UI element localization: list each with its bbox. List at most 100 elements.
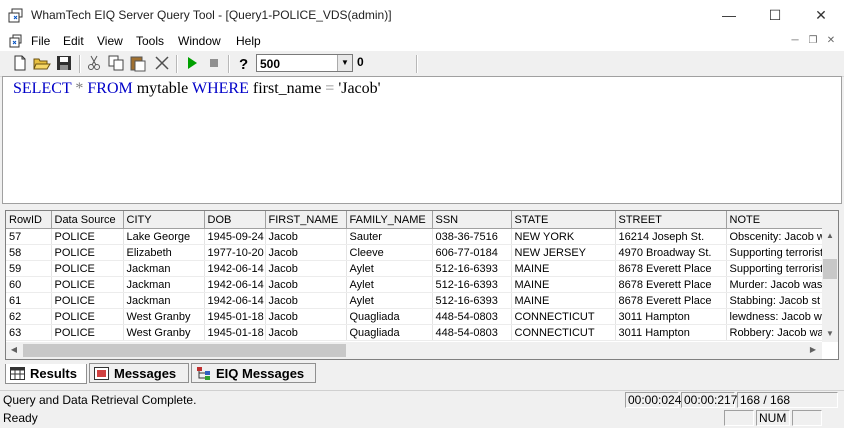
table-cell[interactable]: Aylet [346, 292, 433, 309]
menu-tools[interactable]: Tools [136, 34, 164, 48]
table-cell[interactable]: Elizabeth [123, 244, 205, 261]
column-header[interactable]: STATE [511, 211, 616, 229]
table-cell[interactable]: POLICE [51, 292, 124, 309]
table-cell[interactable]: 63 [6, 324, 52, 341]
table-cell[interactable]: 57 [6, 228, 52, 245]
menu-help[interactable]: Help [236, 34, 261, 48]
table-cell[interactable]: 16214 Joseph St. [615, 228, 727, 245]
table-cell[interactable]: Quagliada [346, 324, 433, 341]
column-header[interactable]: Data Source [51, 211, 124, 229]
table-cell[interactable]: POLICE [51, 260, 124, 277]
cut-icon[interactable] [85, 54, 103, 72]
table-cell[interactable]: West Granby [123, 308, 205, 325]
table-cell[interactable]: 038-36-7516 [432, 228, 512, 245]
column-header[interactable]: RowID [6, 211, 52, 229]
table-row[interactable]: 61 POLICE Jackman 1942-06-14 Jacob Aylet 512-1… [6, 292, 830, 309]
table-cell[interactable]: POLICE [51, 324, 124, 341]
chevron-down-icon[interactable]: ▼ [337, 55, 352, 71]
help-icon[interactable]: ? [234, 54, 252, 72]
table-cell[interactable]: 1942-06-14 [204, 276, 266, 293]
table-cell[interactable]: 8678 Everett Place [615, 292, 727, 309]
table-cell[interactable]: 3011 Hampton [615, 308, 727, 325]
table-cell[interactable]: Aylet [346, 260, 433, 277]
table-cell[interactable]: POLICE [51, 228, 124, 245]
stop-icon[interactable] [205, 54, 223, 72]
scroll-left-icon[interactable]: ◀ [6, 342, 22, 358]
table-cell[interactable]: MAINE [511, 276, 616, 293]
table-cell[interactable]: MAINE [511, 292, 616, 309]
close-button[interactable]: ✕ [798, 0, 844, 31]
table-row[interactable]: 62 POLICE West Granby 1945-01-18 Jacob Quagli… [6, 308, 830, 325]
table-cell[interactable]: 3011 Hampton [615, 324, 727, 341]
vertical-scrollbar[interactable]: ▲ ▼ [822, 211, 838, 342]
column-header[interactable]: DOB [204, 211, 266, 229]
table-row[interactable]: 57 POLICE Lake George 1945-09-24 Jacob Sauter… [6, 228, 830, 245]
table-cell[interactable]: Jacob [265, 260, 347, 277]
table-cell[interactable]: 448-54-0803 [432, 308, 512, 325]
table-cell[interactable]: Quagliada [346, 308, 433, 325]
mdi-minimize-button[interactable]: ─ [788, 34, 802, 48]
table-cell[interactable]: Stabbing: Jacob st [726, 292, 830, 309]
table-cell[interactable]: NEW JERSEY [511, 244, 616, 261]
scroll-up-icon[interactable]: ▲ [822, 228, 838, 244]
paste-icon[interactable] [129, 54, 147, 72]
table-cell[interactable]: Supporting terrorists [726, 260, 830, 277]
table-cell[interactable]: 1942-06-14 [204, 292, 266, 309]
menu-file[interactable]: File [31, 34, 50, 48]
table-cell[interactable]: POLICE [51, 308, 124, 325]
table-cell[interactable]: Aylet [346, 276, 433, 293]
column-header[interactable]: STREET [615, 211, 727, 229]
table-cell[interactable]: 1977-10-20 [204, 244, 266, 261]
save-icon[interactable] [55, 54, 73, 72]
open-folder-icon[interactable] [33, 54, 51, 72]
table-cell[interactable]: Jacob [265, 228, 347, 245]
table-cell[interactable]: lewdness: Jacob w [726, 308, 830, 325]
table-cell[interactable]: POLICE [51, 244, 124, 261]
horizontal-scrollbar[interactable]: ◀ ▶ [6, 342, 822, 359]
table-cell[interactable]: POLICE [51, 276, 124, 293]
table-cell[interactable]: Jackman [123, 260, 205, 277]
vertical-scroll-thumb[interactable] [823, 259, 837, 279]
table-cell[interactable]: Supporting terrorists [726, 244, 830, 261]
menu-view[interactable]: View [97, 34, 123, 48]
table-cell[interactable]: CONNECTICUT [511, 324, 616, 341]
document-icon[interactable] [8, 33, 24, 49]
menu-edit[interactable]: Edit [63, 34, 84, 48]
table-cell[interactable]: CONNECTICUT [511, 308, 616, 325]
table-cell[interactable]: 606-77-0184 [432, 244, 512, 261]
results-grid[interactable]: RowID Data Source CITY DOB FIRST_NAME FA… [5, 210, 839, 360]
table-cell[interactable]: 512-16-6393 [432, 292, 512, 309]
table-cell[interactable]: Obscenity: Jacob w [726, 228, 830, 245]
minimize-button[interactable]: — [706, 0, 752, 31]
tab-messages[interactable]: Messages [89, 363, 189, 383]
table-cell[interactable]: Lake George [123, 228, 205, 245]
table-cell[interactable]: 1945-01-18 [204, 324, 266, 341]
tab-eiq-messages[interactable]: EIQ Messages [191, 363, 316, 383]
table-cell[interactable]: Jacob [265, 308, 347, 325]
column-header[interactable]: SSN [432, 211, 512, 229]
mdi-restore-button[interactable]: ❐ [806, 34, 820, 48]
table-cell[interactable]: 58 [6, 244, 52, 261]
mdi-close-button[interactable]: ✕ [824, 34, 838, 48]
table-row[interactable]: 59 POLICE Jackman 1942-06-14 Jacob Aylet 512-1… [6, 260, 830, 277]
delete-icon[interactable] [153, 54, 171, 72]
table-cell[interactable]: Jacob [265, 276, 347, 293]
table-cell[interactable]: 448-54-0803 [432, 324, 512, 341]
table-cell[interactable]: West Granby [123, 324, 205, 341]
table-cell[interactable]: 62 [6, 308, 52, 325]
table-cell[interactable]: Jacob [265, 324, 347, 341]
table-cell[interactable]: 61 [6, 292, 52, 309]
table-cell[interactable]: Jackman [123, 292, 205, 309]
table-row[interactable]: 60 POLICE Jackman 1942-06-14 Jacob Aylet 512-1… [6, 276, 830, 293]
table-cell[interactable]: 512-16-6393 [432, 260, 512, 277]
table-cell[interactable]: Jackman [123, 276, 205, 293]
scroll-right-icon[interactable]: ▶ [805, 342, 821, 358]
table-cell[interactable]: Jacob [265, 292, 347, 309]
horizontal-scroll-thumb[interactable] [23, 344, 346, 357]
table-cell[interactable]: 8678 Everett Place [615, 276, 727, 293]
maximize-button[interactable]: ☐ [752, 0, 798, 31]
run-icon[interactable] [183, 54, 201, 72]
table-cell[interactable]: MAINE [511, 260, 616, 277]
table-row[interactable]: 63 POLICE West Granby 1945-01-18 Jacob Quagli… [6, 324, 830, 341]
table-cell[interactable]: Jacob [265, 244, 347, 261]
